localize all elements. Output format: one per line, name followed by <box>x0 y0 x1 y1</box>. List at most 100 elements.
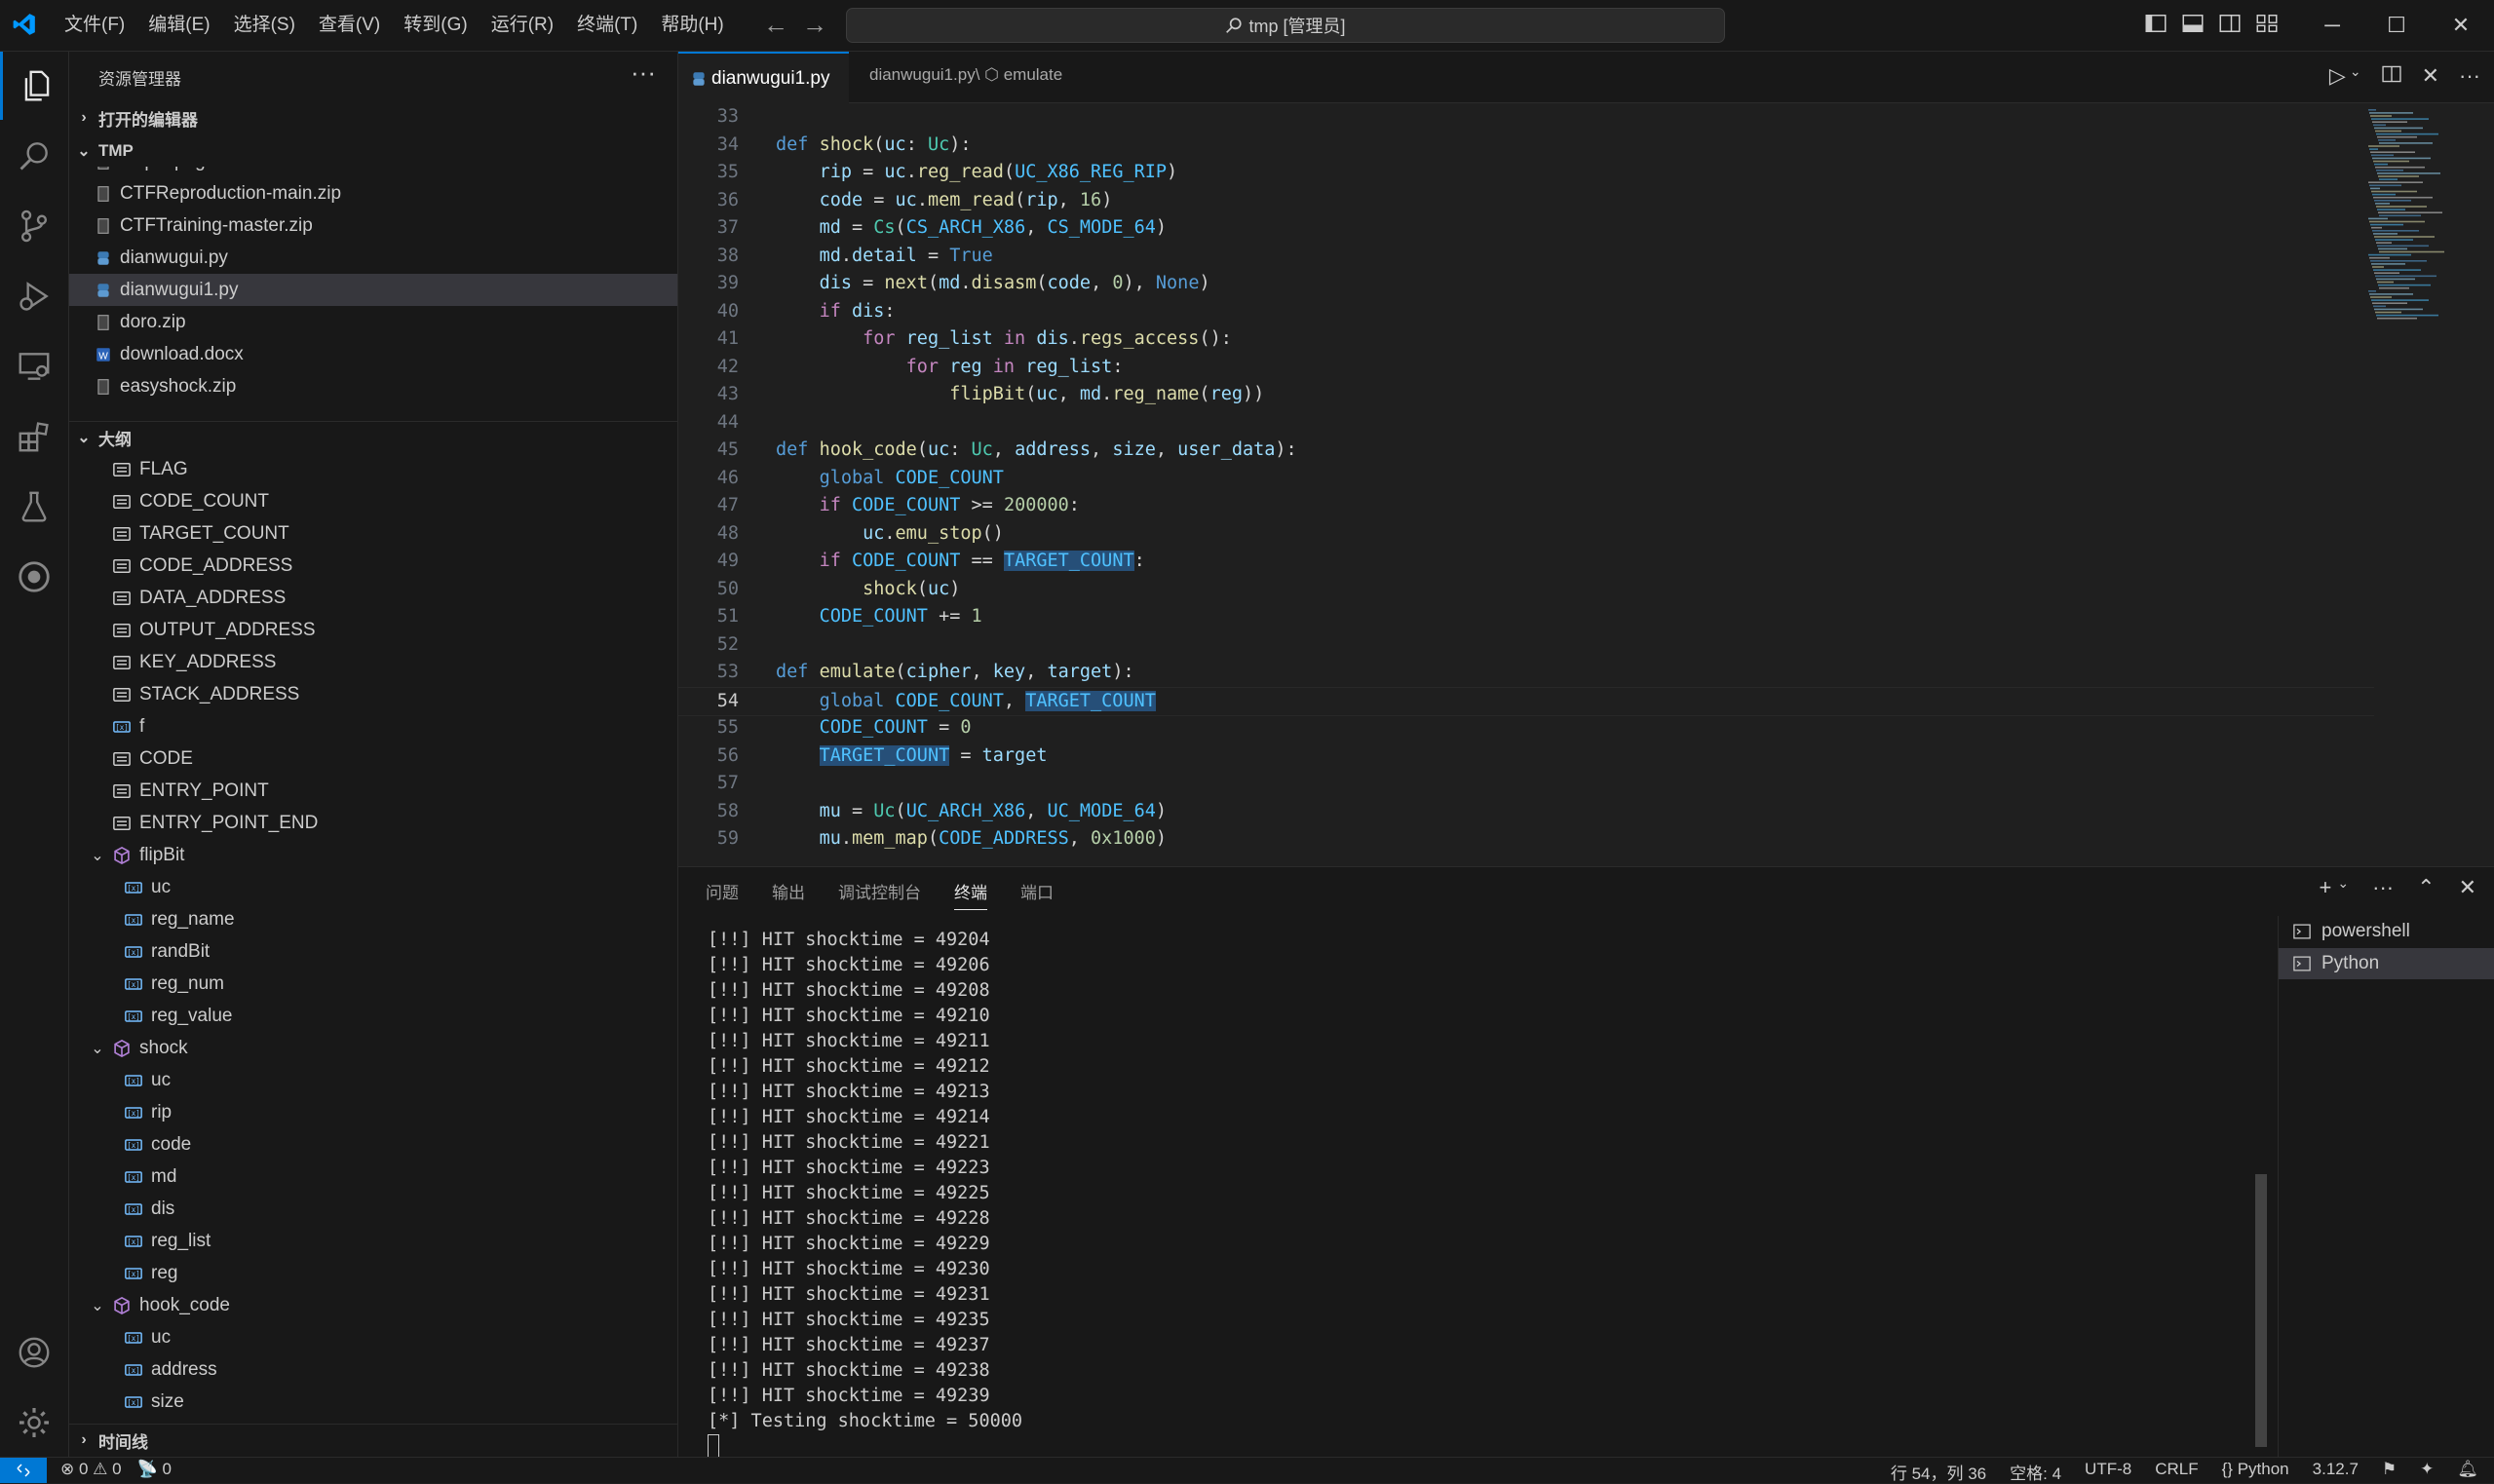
indentation-status[interactable]: 空格: 4 <box>2010 1460 2061 1484</box>
menu-run[interactable]: 运行(R) <box>480 0 565 51</box>
maximize-panel-icon[interactable]: ⌃ <box>2417 875 2435 900</box>
source-control-icon[interactable] <box>0 192 68 260</box>
outline-item[interactable]: [x] uc <box>69 1321 677 1353</box>
file-item[interactable]: dianwugui1.py <box>69 274 677 306</box>
account-icon[interactable] <box>0 1318 68 1387</box>
outline-item[interactable]: TARGET_COUNT <box>69 517 677 550</box>
outline-item[interactable]: [x] address <box>69 1353 677 1386</box>
tab-output[interactable]: 输出 <box>772 879 805 910</box>
file-item[interactable]: doro.zip <box>69 306 677 338</box>
outline-item[interactable]: [x] rip <box>69 1096 677 1128</box>
run-python-file-icon[interactable]: ▷ <box>2329 63 2346 89</box>
language-mode[interactable]: {} Python <box>2222 1460 2289 1484</box>
extensions-icon[interactable] <box>0 402 68 471</box>
outline-item[interactable]: ⌄ shock <box>69 1032 677 1064</box>
close-window-button[interactable]: ✕ <box>2429 0 2493 51</box>
editor-scrollbar[interactable] <box>2479 103 2493 865</box>
outline-item[interactable]: [x] reg <box>69 1257 677 1289</box>
explorer-icon[interactable] <box>0 52 71 120</box>
terminal-output[interactable]: [!!] HIT shocktime = 49204 [!!] HIT shock… <box>708 928 2228 1458</box>
outline-item[interactable]: ENTRY_POINT_END <box>69 807 677 839</box>
file-item[interactable]: CTFReproduction-main.zip <box>69 177 677 209</box>
outline-item[interactable]: [x] reg_list <box>69 1225 677 1257</box>
outline-item[interactable]: ENTRY_POINT <box>69 775 677 807</box>
open-editors-section[interactable]: › 打开的编辑器 <box>69 102 677 133</box>
tab-ports[interactable]: 端口 <box>1020 879 1054 910</box>
outline-item[interactable]: ⌄ flipBit <box>69 839 677 871</box>
outline-item[interactable]: STACK_ADDRESS <box>69 678 677 710</box>
run-dropdown-icon[interactable]: ⌄ <box>2350 63 2361 89</box>
file-item[interactable]: Wdownload.docx <box>69 338 677 370</box>
outline-item[interactable]: [x] f <box>69 710 677 742</box>
menu-view[interactable]: 查看(V) <box>307 0 392 51</box>
chevron-down-icon[interactable]: ⌄ <box>87 1039 108 1058</box>
settings-gear-icon[interactable] <box>0 1389 68 1457</box>
outline-item[interactable]: DATA_ADDRESS <box>69 582 677 614</box>
feedback-icon[interactable]: ⚑ <box>2382 1460 2397 1484</box>
menu-help[interactable]: 帮助(H) <box>649 0 735 51</box>
minimize-button[interactable]: ─ <box>2300 0 2364 51</box>
encoding-status[interactable]: UTF-8 <box>2085 1460 2131 1484</box>
outline-item[interactable]: CODE <box>69 742 677 775</box>
more-actions-icon[interactable]: ··· <box>631 57 656 88</box>
copilot-status-icon[interactable]: ✦ <box>2420 1460 2434 1484</box>
outline-item[interactable]: [x] reg_value <box>69 1000 677 1032</box>
search-activity-icon[interactable] <box>0 122 68 190</box>
timeline-section[interactable]: › 时间线 <box>69 1424 677 1456</box>
outline-item[interactable]: OUTPUT_ADDRESS <box>69 614 677 646</box>
tab-terminal[interactable]: 终端 <box>954 879 987 910</box>
terminal-dropdown-icon[interactable]: ⌄ <box>2337 875 2349 900</box>
outline-item[interactable]: KEY_ADDRESS <box>69 646 677 678</box>
menu-terminal[interactable]: 终端(T) <box>565 0 649 51</box>
file-item[interactable]: dianwugui.py <box>69 242 677 274</box>
python-version[interactable]: 3.12.7 <box>2313 1460 2359 1484</box>
maximize-button[interactable]: ☐ <box>2364 0 2429 51</box>
outline-item[interactable]: [x] uc <box>69 871 677 903</box>
outline-item[interactable]: [x] reg_num <box>69 968 677 1000</box>
minimap[interactable] <box>2364 103 2481 865</box>
customize-layout-icon[interactable] <box>2255 12 2279 35</box>
toggle-secondary-sidebar-icon[interactable] <box>2218 12 2242 35</box>
remote-indicator-icon[interactable] <box>0 1458 47 1483</box>
tab-debug-console[interactable]: 调试控制台 <box>838 879 921 910</box>
toggle-primary-sidebar-icon[interactable] <box>2144 12 2168 35</box>
menu-selection[interactable]: 选择(S) <box>222 0 307 51</box>
testing-flask-icon[interactable] <box>0 473 68 541</box>
github-copilot-icon[interactable] <box>0 543 68 611</box>
editor-tab[interactable]: dianwugui1.py <box>678 52 850 104</box>
eol-status[interactable]: CRLF <box>2155 1460 2198 1484</box>
cursor-position[interactable]: 行 54，列 36 <box>1891 1460 1986 1484</box>
outline-item[interactable]: CODE_COUNT <box>69 485 677 517</box>
file-item[interactable]: easyshock.zip <box>69 370 677 402</box>
run-debug-icon[interactable] <box>0 262 68 330</box>
forward-arrow-icon[interactable]: → <box>799 10 830 40</box>
ports-status[interactable]: 📡 0 <box>137 1460 172 1479</box>
chevron-down-icon[interactable]: ⌄ <box>87 846 108 865</box>
notifications-bell-icon[interactable]: 🔔︎ <box>2457 1460 2478 1484</box>
menu-go[interactable]: 转到(G) <box>392 0 479 51</box>
editor-more-actions-icon[interactable]: ··· <box>2459 63 2480 89</box>
command-center[interactable]: tmp [管理员] <box>846 8 1725 43</box>
outline-item[interactable]: [x] uc <box>69 1064 677 1096</box>
new-terminal-icon[interactable]: + <box>2320 875 2332 900</box>
remote-explorer-icon[interactable] <box>0 332 68 400</box>
outline-item[interactable]: [x] reg_name <box>69 903 677 935</box>
back-arrow-icon[interactable]: ← <box>760 10 791 40</box>
code-editor[interactable]: 33 34 def shock(uc: Uc): 35 rip = uc.reg_re… <box>678 103 2494 865</box>
outline-item[interactable]: ⌄ hook_code <box>69 1289 677 1321</box>
toggle-panel-icon[interactable] <box>2181 12 2205 35</box>
outline-item[interactable]: [x] md <box>69 1161 677 1193</box>
terminal-list-item[interactable]: powershell <box>2279 916 2494 947</box>
menu-edit[interactable]: 编辑(E) <box>136 0 221 51</box>
close-panel-icon[interactable]: ✕ <box>2459 875 2476 900</box>
terminal-list-item[interactable]: Python <box>2279 948 2494 979</box>
outline-item[interactable]: [x] dis <box>69 1193 677 1225</box>
outline-item[interactable]: CODE_ADDRESS <box>69 550 677 582</box>
file-item[interactable]: CTFTraining-master.zip <box>69 209 677 242</box>
outline-item[interactable]: FLAG <box>69 453 677 485</box>
chevron-down-icon[interactable]: ⌄ <box>87 1296 108 1315</box>
outline-section[interactable]: ⌄ 大纲 <box>69 421 677 453</box>
file-item[interactable]: ctf.pcapng <box>69 167 677 177</box>
outline-item[interactable]: [x] code <box>69 1128 677 1161</box>
menu-file[interactable]: 文件(F) <box>53 0 136 51</box>
